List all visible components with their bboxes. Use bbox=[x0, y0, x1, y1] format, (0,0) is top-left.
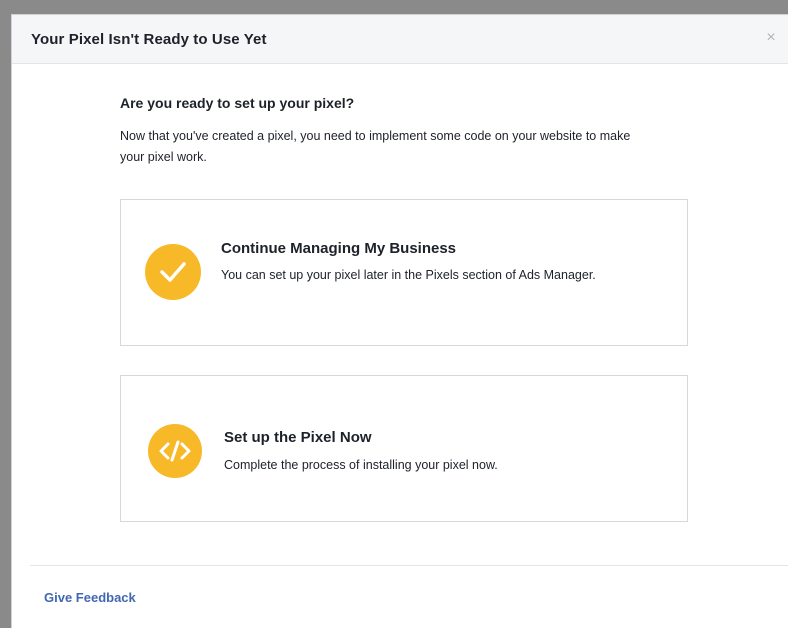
option-title: Continue Managing My Business bbox=[221, 240, 457, 257]
option-description: You can set up your pixel later in the P… bbox=[221, 268, 596, 282]
option-description: Complete the process of installing your … bbox=[224, 458, 498, 472]
setup-question-heading: Are you ready to set up your pixel? bbox=[120, 95, 355, 111]
pixel-not-ready-dialog: Your Pixel Isn't Ready to Use Yet × Are … bbox=[11, 14, 788, 628]
dialog-header: Your Pixel Isn't Ready to Use Yet × bbox=[12, 15, 788, 64]
setup-description: Now that you've created a pixel, you nee… bbox=[120, 129, 631, 164]
close-icon[interactable]: × bbox=[762, 29, 780, 47]
option-title: Set up the Pixel Now bbox=[224, 429, 372, 446]
dialog-body: Are you ready to set up your pixel? Now … bbox=[120, 95, 700, 168]
give-feedback-link[interactable]: Give Feedback bbox=[44, 590, 136, 605]
continue-managing-option[interactable]: Continue Managing My Business You can se… bbox=[120, 199, 688, 346]
checkmark-icon bbox=[145, 244, 201, 300]
setup-pixel-now-option[interactable]: Set up the Pixel Now Complete the proces… bbox=[120, 375, 688, 522]
code-icon bbox=[148, 424, 202, 478]
dialog-title: Your Pixel Isn't Ready to Use Yet bbox=[31, 31, 267, 48]
footer-divider bbox=[30, 565, 788, 566]
